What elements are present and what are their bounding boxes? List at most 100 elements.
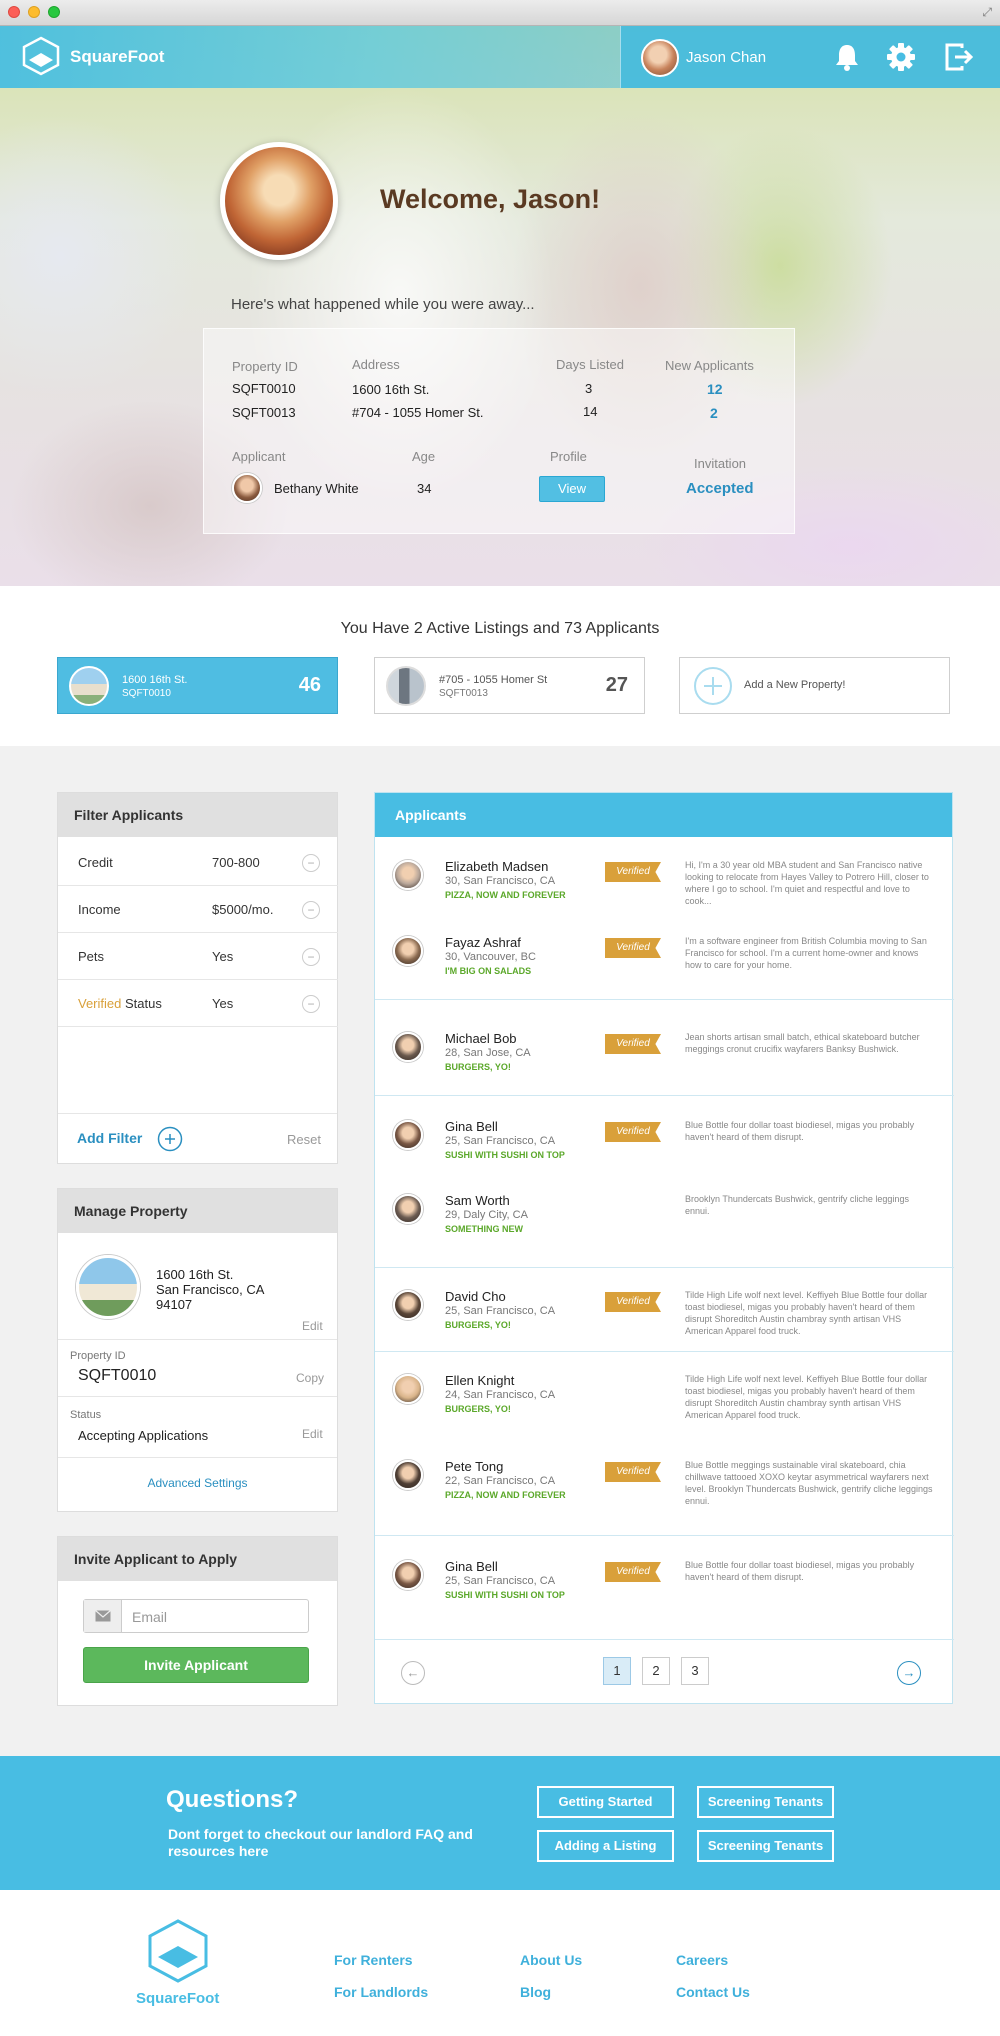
edit-status-link[interactable]: Edit	[302, 1427, 323, 1441]
applicant-row[interactable]: Elizabeth Madsen 30, San Francisco, CA PIZ…	[375, 857, 954, 927]
col-profile: Profile	[550, 449, 587, 464]
listing-address: #705 - 1055 Homer St	[439, 674, 548, 686]
status-label: Status	[70, 1409, 102, 1421]
applicant-avatar[interactable]	[232, 473, 262, 503]
fullscreen-icon[interactable]: ⤢	[982, 5, 992, 20]
close-window-button[interactable]	[8, 6, 20, 18]
applicant-row[interactable]: Gina Bell 25, San Francisco, CA SUSHI WITH…	[375, 1557, 954, 1627]
remove-filter-icon[interactable]: −	[302, 854, 320, 872]
divider	[58, 1457, 337, 1458]
screening-tenants-button[interactable]: Screening Tenants	[697, 1786, 834, 1818]
applicant-avatar[interactable]	[393, 1120, 423, 1150]
applicant-name[interactable]: Elizabeth Madsen	[445, 859, 548, 874]
days-listed: 3	[585, 381, 593, 396]
adding-listing-button[interactable]: Adding a Listing	[537, 1830, 674, 1862]
property-address-line1: 1600 16th St.	[156, 1267, 234, 1282]
applicant-avatar[interactable]	[393, 1194, 423, 1224]
logout-icon[interactable]	[942, 40, 976, 74]
remove-filter-icon[interactable]: −	[302, 948, 320, 966]
edit-address-link[interactable]: Edit	[302, 1319, 323, 1333]
add-filter-plus-icon[interactable]	[157, 1126, 183, 1152]
filter-row-pets[interactable]: Pets Yes −	[58, 933, 338, 980]
footer-link-contact[interactable]: Contact Us	[676, 1984, 750, 2000]
applicant-tagline: SUSHI WITH SUSHI ON TOP	[445, 1150, 565, 1160]
window-titlebar: ⤢	[0, 0, 1000, 26]
questions-title: Questions?	[166, 1786, 299, 1813]
property-id[interactable]: SQFT0010	[232, 381, 296, 396]
applicant-avatar[interactable]	[393, 1460, 423, 1490]
squarefoot-logo-icon[interactable]	[22, 36, 60, 76]
footer-link-landlords[interactable]: For Landlords	[334, 1984, 428, 2000]
prev-page-arrow-icon[interactable]: ←	[401, 1661, 425, 1685]
applicant-row[interactable]: Ellen Knight 24, San Francisco, CA BURGERS…	[375, 1371, 954, 1441]
add-circle-icon	[694, 667, 732, 705]
copy-id-link[interactable]: Copy	[296, 1371, 324, 1385]
email-field[interactable]: Email	[83, 1599, 309, 1633]
bell-icon[interactable]	[830, 40, 864, 74]
applicant-name[interactable]: Gina Bell	[445, 1559, 498, 1574]
new-applicants-count[interactable]: 2	[710, 405, 718, 421]
applicant-name[interactable]: Sam Worth	[445, 1193, 510, 1208]
new-applicants-count[interactable]: 12	[707, 381, 723, 397]
applicant-name[interactable]: Fayaz Ashraf	[445, 935, 521, 950]
zoom-window-button[interactable]	[48, 6, 60, 18]
screening-tenants-button-2[interactable]: Screening Tenants	[697, 1830, 834, 1862]
listing-card[interactable]: #705 - 1055 Homer St SQFT0013 27	[374, 657, 645, 714]
filter-value: Yes	[212, 996, 234, 1011]
minimize-window-button[interactable]	[28, 6, 40, 18]
brand-name[interactable]: SquareFoot	[70, 47, 164, 67]
applicant-avatar[interactable]	[393, 860, 423, 890]
next-page-arrow-icon[interactable]: →	[897, 1661, 921, 1685]
applicant-name[interactable]: Gina Bell	[445, 1119, 498, 1134]
listing-address: 1600 16th St.	[122, 674, 188, 686]
applicant-row[interactable]: Pete Tong 22, San Francisco, CA PIZZA, NOW…	[375, 1457, 954, 1527]
property-address[interactable]: 1600 16th St.	[352, 382, 429, 397]
applicant-avatar[interactable]	[393, 1374, 423, 1404]
envelope-icon	[95, 1610, 111, 1622]
applicant-name[interactable]: David Cho	[445, 1289, 506, 1304]
page-1-button[interactable]: 1	[603, 1657, 631, 1685]
footer-link-renters[interactable]: For Renters	[334, 1952, 413, 1968]
applicant-name[interactable]: Bethany White	[274, 481, 359, 496]
applicant-row[interactable]: David Cho 25, San Francisco, CA BURGERS, Y…	[375, 1287, 954, 1357]
applicant-name[interactable]: Michael Bob	[445, 1031, 517, 1046]
filter-row-credit[interactable]: Credit 700-800 −	[58, 839, 338, 886]
applicant-row[interactable]: Gina Bell 25, San Francisco, CA SUSHI WITH…	[375, 1117, 954, 1187]
filter-row-verified[interactable]: Verified Status Yes −	[58, 980, 338, 1027]
reset-filters-link[interactable]: Reset	[287, 1132, 321, 1147]
footer-brand[interactable]: SquareFoot	[136, 1990, 219, 2007]
remove-filter-icon[interactable]: −	[302, 901, 320, 919]
applicant-avatar[interactable]	[393, 1032, 423, 1062]
applicant-avatar[interactable]	[393, 1560, 423, 1590]
advanced-settings-link[interactable]: Advanced Settings	[58, 1476, 337, 1490]
add-property-card[interactable]: Add a New Property!	[679, 657, 950, 714]
filter-row-income[interactable]: Income $5000/mo. −	[58, 886, 338, 933]
property-id-value: SQFT0010	[78, 1367, 157, 1384]
user-name[interactable]: Jason Chan	[686, 49, 766, 66]
add-filter-link[interactable]: Add Filter	[77, 1130, 142, 1146]
applicant-row[interactable]: Sam Worth 29, Daly City, CA SOMETHING NEW B…	[375, 1191, 954, 1261]
getting-started-button[interactable]: Getting Started	[537, 1786, 674, 1818]
view-profile-button[interactable]: View	[539, 476, 605, 502]
squarefoot-footer-logo-icon[interactable]	[146, 1918, 210, 1984]
property-id[interactable]: SQFT0013	[232, 405, 296, 420]
footer-link-about[interactable]: About Us	[520, 1952, 582, 1968]
applicant-row[interactable]: Fayaz Ashraf 30, Vancouver, BC I'M BIG ON …	[375, 933, 954, 1003]
applicant-name[interactable]: Ellen Knight	[445, 1373, 514, 1388]
user-avatar[interactable]	[641, 39, 679, 77]
page-3-button[interactable]: 3	[681, 1657, 709, 1685]
footer-link-blog[interactable]: Blog	[520, 1984, 551, 2000]
listing-card-selected[interactable]: 1600 16th St. SQFT0010 46	[57, 657, 338, 714]
applicant-avatar[interactable]	[393, 936, 423, 966]
applicant-age: 34	[417, 481, 432, 496]
property-address[interactable]: #704 - 1055 Homer St.	[352, 405, 484, 420]
verified-badge: Verified	[605, 1562, 661, 1582]
invite-applicant-button[interactable]: Invite Applicant	[83, 1647, 309, 1683]
page-2-button[interactable]: 2	[642, 1657, 670, 1685]
footer-link-careers[interactable]: Careers	[676, 1952, 728, 1968]
applicant-row[interactable]: Michael Bob 28, San Jose, CA BURGERS, YO! V…	[375, 1029, 954, 1099]
gear-icon[interactable]	[884, 40, 918, 74]
remove-filter-icon[interactable]: −	[302, 995, 320, 1013]
applicant-name[interactable]: Pete Tong	[445, 1459, 503, 1474]
applicant-avatar[interactable]	[393, 1290, 423, 1320]
